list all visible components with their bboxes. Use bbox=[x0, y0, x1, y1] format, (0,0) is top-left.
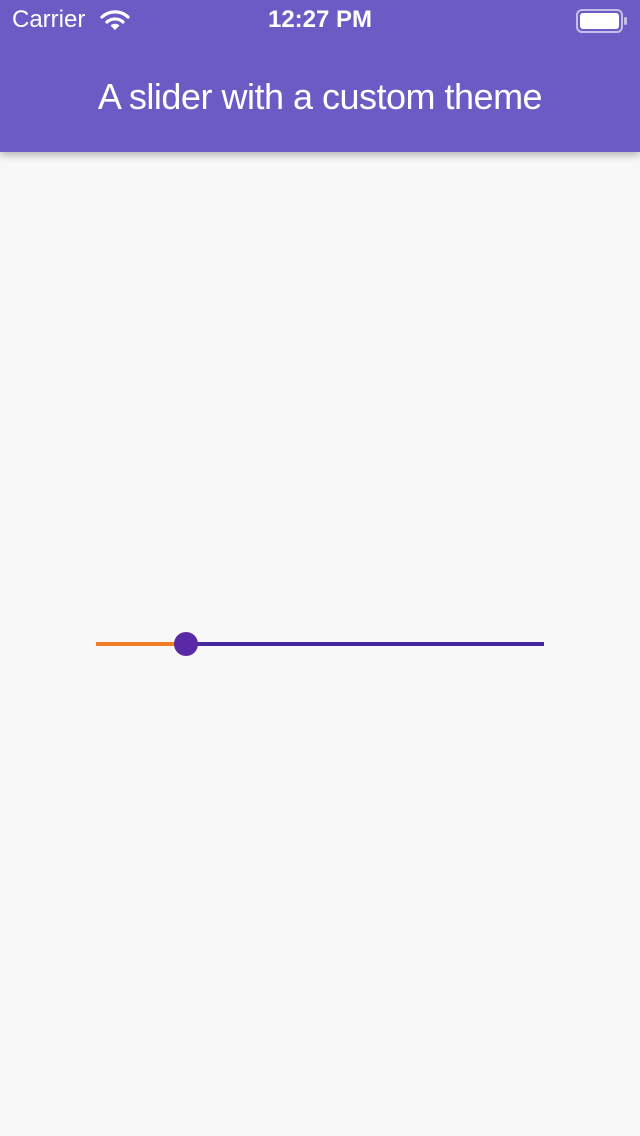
slider-thumb[interactable] bbox=[174, 632, 198, 656]
status-time: 12:27 PM bbox=[267, 6, 373, 33]
battery-full-icon bbox=[576, 9, 627, 33]
main-content bbox=[0, 152, 640, 1136]
slider-active-track[interactable] bbox=[96, 642, 186, 646]
custom-theme-slider[interactable] bbox=[96, 628, 544, 660]
page-title: A slider with a custom theme bbox=[97, 76, 543, 117]
app-bar: Carrier 12:27 PM A slider with a custom … bbox=[0, 0, 640, 152]
status-bar: Carrier 12:27 PM bbox=[0, 0, 640, 40]
